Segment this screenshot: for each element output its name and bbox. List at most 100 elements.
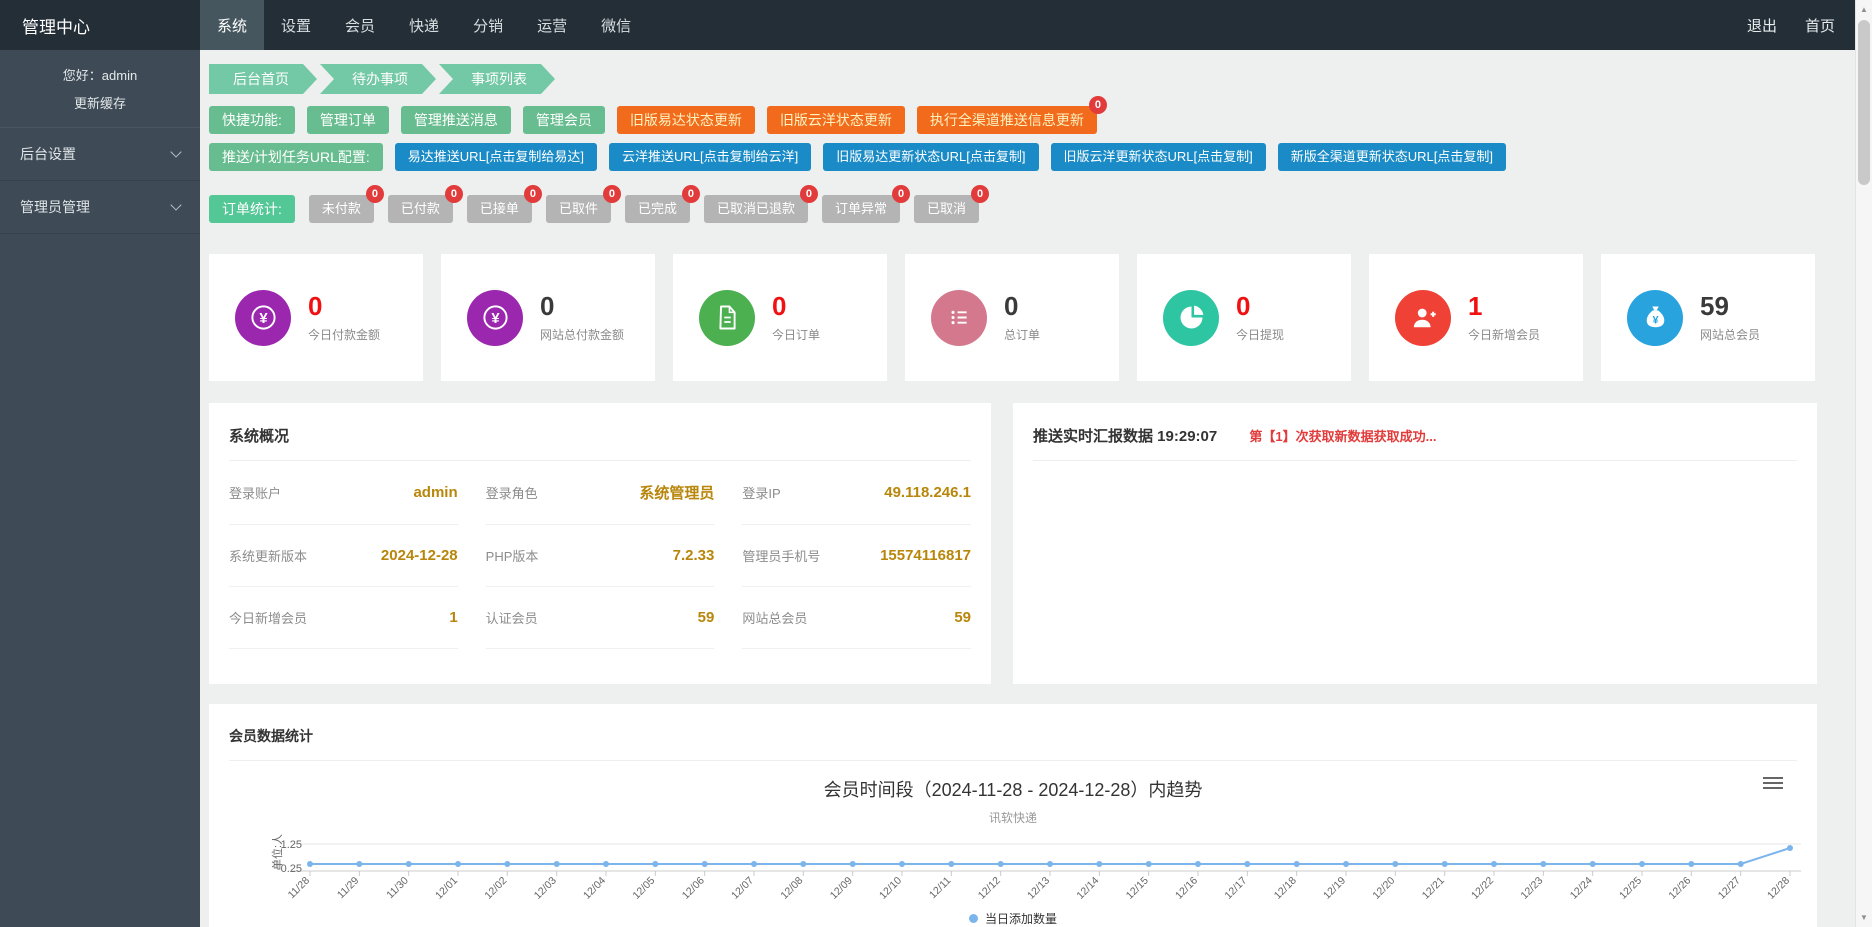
chart-menu-icon[interactable] (1763, 774, 1783, 792)
quick-action-button[interactable]: 执行全渠道推送信息更新0 (917, 106, 1097, 134)
url-copy-button[interactable]: 云洋推送URL[点击复制给云洋] (609, 143, 811, 171)
svg-text:12/03: 12/03 (532, 875, 559, 902)
file-icon (699, 290, 755, 346)
stat-label: 总订单 (1004, 326, 1040, 343)
svg-text:12/09: 12/09 (828, 875, 855, 902)
overview-label: 登录角色 (486, 483, 538, 502)
overview-cell: 系统更新版本 2024-12-28 (229, 525, 458, 587)
overview-cell: 登录角色 系统管理员 (486, 461, 715, 525)
logout-link[interactable]: 退出 (1747, 15, 1777, 36)
stat-label: 今日提现 (1236, 326, 1284, 343)
breadcrumb-item[interactable]: 后台首页 (209, 64, 317, 94)
stat-label: 网站总会员 (1700, 326, 1760, 343)
chart-legend[interactable]: 当日添加数量 (209, 910, 1817, 927)
legend-marker-icon (969, 914, 978, 923)
sidebar-item[interactable]: 管理员管理 (0, 181, 200, 234)
top-nav-item[interactable]: 运营 (520, 0, 584, 50)
scroll-down-icon[interactable]: ▼ (1856, 909, 1872, 926)
pie-chart-icon (1163, 290, 1219, 346)
list-icon (931, 290, 987, 346)
top-nav-item[interactable]: 设置 (264, 0, 328, 50)
stat-card: ¥ 0 今日付款金额 (209, 254, 423, 381)
url-copy-button[interactable]: 新版全渠道更新状态URL[点击复制] (1278, 143, 1506, 171)
top-nav-item[interactable]: 快递 (392, 0, 456, 50)
svg-text:12/27: 12/27 (1716, 875, 1743, 902)
top-nav-item[interactable]: 系统 (200, 0, 264, 50)
overview-value: 59 (954, 609, 971, 626)
top-nav-item[interactable]: 会员 (328, 0, 392, 50)
overview-value: 系统管理员 (639, 482, 714, 503)
stat-card-info: 0 今日订单 (772, 293, 820, 343)
money-bag-icon: ¥ (1627, 290, 1683, 346)
top-nav-item[interactable]: 微信 (584, 0, 648, 50)
chevron-down-icon (170, 146, 181, 157)
scroll-up-icon[interactable]: ▲ (1856, 1, 1872, 18)
stat-value: 0 (540, 293, 624, 319)
stat-card-info: 0 今日提现 (1236, 293, 1284, 343)
quick-action-button[interactable]: 旧版云洋状态更新 (767, 106, 905, 134)
url-config-label: 推送/计划任务URL配置: (209, 143, 383, 171)
url-copy-button[interactable]: 旧版云洋更新状态URL[点击复制] (1051, 143, 1266, 171)
quick-action-button[interactable]: 旧版易达状态更新 (617, 106, 755, 134)
scrollbar-thumb[interactable] (1858, 20, 1870, 185)
stat-label: 今日新增会员 (1468, 326, 1540, 343)
stat-value: 1 (1468, 293, 1540, 319)
stat-card-info: 0 总订单 (1004, 293, 1040, 343)
refresh-cache-link[interactable]: 更新缓存 (0, 93, 200, 128)
stat-card: ¥ 0 网站总付款金额 (441, 254, 655, 381)
push-report-header: 推送实时汇报数据 19:29:07 第【1】次获取新数据获取成功... (1033, 403, 1797, 461)
app-title: 管理中心 (0, 0, 200, 50)
sidebar-item[interactable]: 后台设置 (0, 128, 200, 181)
order-status-chip[interactable]: 已接单0 (467, 195, 532, 223)
stat-value: 0 (1004, 293, 1040, 319)
order-status-chip[interactable]: 未付款0 (309, 195, 374, 223)
stat-label: 今日付款金额 (308, 326, 380, 343)
member-stats-panel: 会员数据统计 会员时间段（2024-11-28 - 2024-12-28）内趋势… (209, 704, 1817, 927)
overview-title: 系统概况 (229, 403, 971, 461)
breadcrumb-item[interactable]: 事项列表 (439, 64, 555, 94)
overview-cell: 网站总会员 59 (742, 587, 971, 649)
order-status-chip[interactable]: 已取消已退款0 (704, 195, 808, 223)
stat-value: 0 (772, 293, 820, 319)
sidebar-menu: 后台设置 管理员管理 (0, 128, 200, 234)
overview-label: 登录账户 (229, 483, 281, 502)
svg-text:12/19: 12/19 (1321, 875, 1348, 902)
count-badge: 0 (892, 185, 910, 203)
overview-cell: 管理员手机号 15574116817 (742, 525, 971, 587)
overview-value: 1 (449, 609, 457, 626)
overview-cell: 认证会员 59 (486, 587, 715, 649)
order-status-chip[interactable]: 已取件0 (546, 195, 611, 223)
order-status-chip[interactable]: 已付款0 (388, 195, 453, 223)
stat-value: 59 (1700, 293, 1760, 319)
push-report-title: 推送实时汇报数据 19:29:07 (1033, 428, 1217, 445)
sidebar-item-label: 后台设置 (20, 144, 76, 164)
stat-card: 0 今日提现 (1137, 254, 1351, 381)
order-status-chip[interactable]: 已取消0 (914, 195, 979, 223)
svg-text:12/05: 12/05 (630, 875, 657, 902)
quick-action-button[interactable]: 管理订单 (307, 106, 389, 134)
breadcrumb-item[interactable]: 待办事项 (320, 64, 436, 94)
stat-card-info: 0 网站总付款金额 (540, 293, 624, 343)
yen-coin-icon: ¥ (235, 290, 291, 346)
home-link[interactable]: 首页 (1805, 15, 1835, 36)
overview-cell: 登录IP 49.118.246.1 (742, 461, 971, 525)
svg-text:12/20: 12/20 (1370, 875, 1397, 902)
order-status-chip[interactable]: 已完成0 (625, 195, 690, 223)
count-badge: 0 (524, 185, 542, 203)
url-copy-button[interactable]: 易达推送URL[点击复制给易达] (395, 143, 597, 171)
url-copy-button[interactable]: 旧版易达更新状态URL[点击复制] (823, 143, 1038, 171)
top-nav-item[interactable]: 分销 (456, 0, 520, 50)
vertical-scrollbar: ▲ ▼ (1855, 0, 1872, 927)
page: 管理中心 系统设置会员快递分销运营微信 退出 首页 您好：admin 更新缓存 … (0, 0, 1872, 927)
svg-text:12/16: 12/16 (1173, 875, 1200, 902)
overview-value: 49.118.246.1 (884, 484, 971, 501)
order-status-chip[interactable]: 订单异常0 (822, 195, 900, 223)
overview-label: 今日新增会员 (229, 608, 307, 627)
quick-action-button[interactable]: 管理推送消息 (401, 106, 511, 134)
stat-label: 网站总付款金额 (540, 326, 624, 343)
chart-title: 会员时间段（2024-11-28 - 2024-12-28）内趋势 (209, 776, 1817, 802)
order-stats-row: 订单统计:未付款0已付款0已接单0已取件0已完成0已取消已退款0订单异常0已取消… (209, 195, 1817, 223)
quick-action-button[interactable]: 管理会员 (523, 106, 605, 134)
svg-text:¥: ¥ (259, 311, 268, 327)
count-badge: 0 (1089, 96, 1107, 114)
